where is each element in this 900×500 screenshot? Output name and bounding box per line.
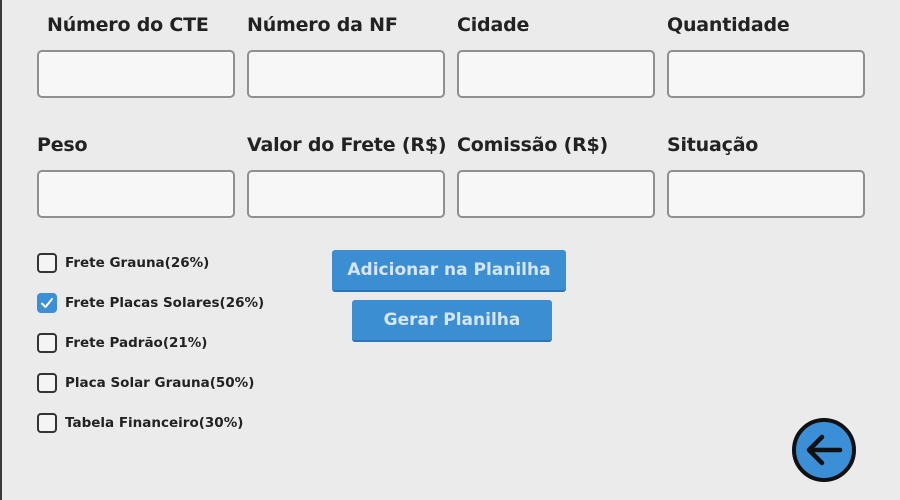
- checkbox-box[interactable]: [37, 293, 57, 313]
- checkbox-label: Frete Placas Solares(26%): [65, 295, 265, 311]
- generate-spreadsheet-button[interactable]: Gerar Planilha: [352, 300, 552, 342]
- checkbox-label: Frete Padrão(21%): [65, 335, 208, 351]
- status-label: Situação: [667, 134, 759, 156]
- city-input[interactable]: [457, 50, 655, 98]
- arrow-left-circle-icon: [792, 418, 856, 482]
- freight-value-label: Valor do Frete (R$): [247, 134, 447, 156]
- cte-number-input[interactable]: [37, 50, 235, 98]
- weight-input[interactable]: [37, 170, 235, 218]
- status-input[interactable]: [667, 170, 865, 218]
- nf-number-label: Número da NF: [247, 14, 398, 36]
- commission-label: Comissão (R$): [457, 134, 609, 156]
- checkbox-frete-grauna[interactable]: Frete Grauna(26%): [37, 251, 209, 275]
- checkbox-box[interactable]: [37, 413, 57, 433]
- checkbox-box[interactable]: [37, 253, 57, 273]
- nf-number-input[interactable]: [247, 50, 445, 98]
- back-button[interactable]: [792, 418, 856, 482]
- checkbox-tabela-financeiro[interactable]: Tabela Financeiro(30%): [37, 411, 243, 435]
- checkbox-frete-placas-solares[interactable]: Frete Placas Solares(26%): [37, 291, 264, 315]
- window-left-border: [0, 0, 2, 500]
- add-to-spreadsheet-button[interactable]: Adicionar na Planilha: [332, 250, 566, 292]
- quantity-input[interactable]: [667, 50, 865, 98]
- checkmark-icon: [41, 298, 53, 308]
- city-label: Cidade: [457, 14, 530, 36]
- checkbox-box[interactable]: [37, 333, 57, 353]
- freight-value-input[interactable]: [247, 170, 445, 218]
- commission-input[interactable]: [457, 170, 655, 218]
- quantity-label: Quantidade: [667, 14, 790, 36]
- checkbox-frete-padrao[interactable]: Frete Padrão(21%): [37, 331, 207, 355]
- checkbox-label: Tabela Financeiro(30%): [65, 415, 244, 431]
- weight-label: Peso: [37, 134, 88, 156]
- cte-number-label: Número do CTE: [47, 14, 209, 36]
- checkbox-label: Frete Grauna(26%): [65, 255, 210, 271]
- checkbox-placa-solar-grauna[interactable]: Placa Solar Grauna(50%): [37, 371, 254, 395]
- checkbox-label: Placa Solar Grauna(50%): [65, 375, 255, 391]
- checkbox-box[interactable]: [37, 373, 57, 393]
